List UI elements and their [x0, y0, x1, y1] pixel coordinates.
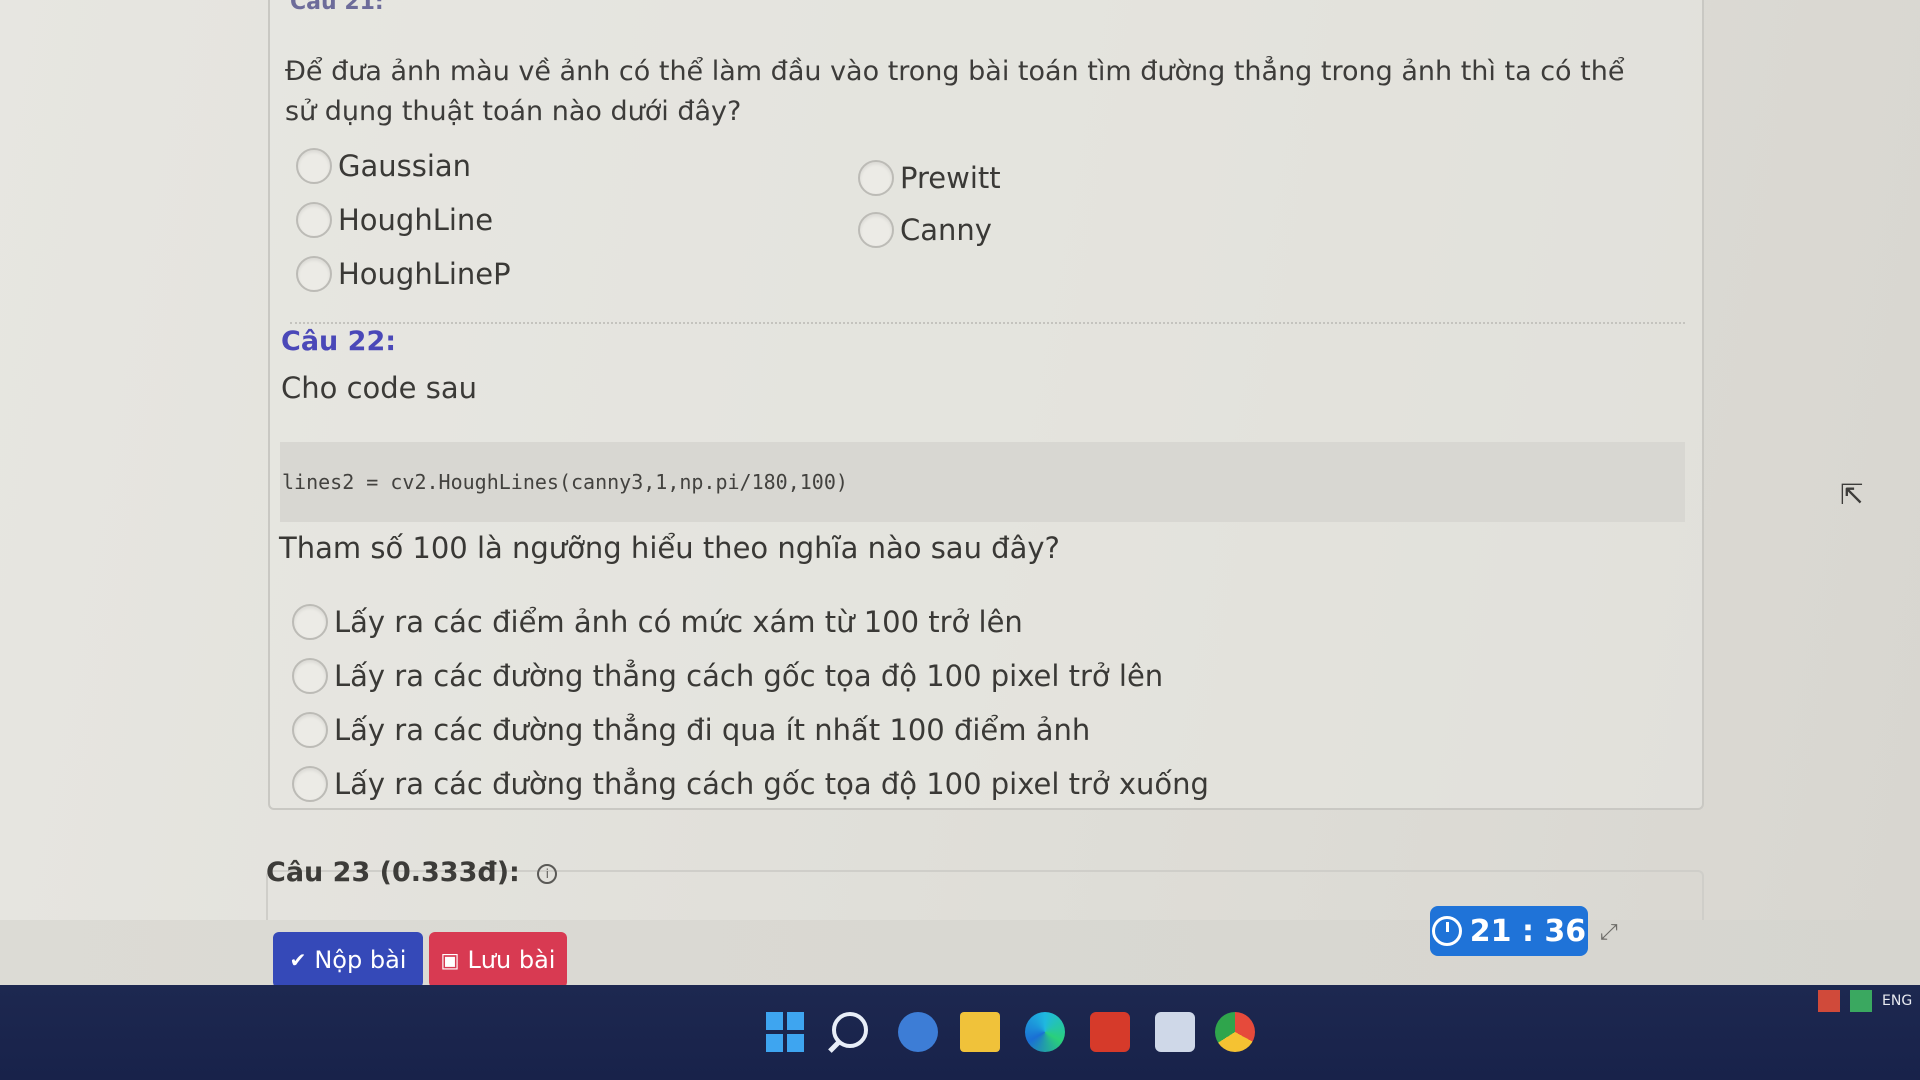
search-icon[interactable] — [832, 1012, 868, 1048]
q21-option-gaussian[interactable]: Gaussian — [296, 148, 471, 184]
language-indicator[interactable]: ENG — [1882, 993, 1912, 1009]
q21-option-houghlinep[interactable]: HoughLineP — [296, 256, 511, 292]
edge-icon[interactable] — [1025, 1012, 1065, 1052]
radio-button[interactable] — [292, 658, 328, 694]
option-label: HoughLine — [338, 203, 494, 237]
radio-button[interactable] — [296, 148, 332, 184]
clock-icon — [1431, 916, 1462, 946]
system-tray: ENG — [1818, 990, 1912, 1012]
code-block: lines2 = cv2.HoughLines(canny3,1,np.pi/1… — [280, 442, 1685, 522]
q21-option-canny[interactable]: Canny — [858, 212, 992, 248]
windows-start-icon[interactable] — [766, 1012, 804, 1052]
option-label: Lấy ra các đường thẳng cách gốc tọa độ 1… — [334, 659, 1164, 693]
question-23-label: Câu 23 (0.333đ): — [266, 857, 520, 888]
chrome-icon[interactable] — [1215, 1012, 1255, 1052]
check-circle-icon: ✔ — [289, 948, 307, 972]
submit-button[interactable]: ✔ Nộp bài — [273, 932, 423, 988]
option-label: Prewitt — [900, 161, 1001, 195]
radio-button[interactable] — [292, 604, 328, 640]
q21-option-prewitt[interactable]: Prewitt — [858, 160, 1001, 196]
q22-option-a[interactable]: Lấy ra các điểm ảnh có mức xám từ 100 tr… — [292, 604, 1023, 640]
question-22-intro: Cho code sau — [281, 371, 478, 405]
question-21-text: Để đưa ảnh màu về ảnh có thể làm đầu vào… — [285, 56, 1625, 127]
save-icon: ▣ — [440, 948, 460, 972]
radio-button[interactable] — [292, 712, 328, 748]
option-label: Lấy ra các điểm ảnh có mức xám từ 100 tr… — [334, 605, 1023, 639]
option-label: Lấy ra các đường thẳng cách gốc tọa độ 1… — [334, 767, 1209, 801]
submit-label: Nộp bài — [314, 946, 407, 974]
q22-option-d[interactable]: Lấy ra các đường thẳng cách gốc tọa độ 1… — [292, 766, 1209, 802]
file-explorer-icon[interactable] — [960, 1012, 1000, 1052]
radio-button[interactable] — [858, 160, 894, 196]
mouse-cursor-icon: ⇱ — [1840, 478, 1864, 511]
info-icon[interactable]: i — [537, 863, 558, 884]
save-button[interactable]: ▣ Lưu bài — [429, 932, 567, 988]
question-23-title: Câu 23 (0.333đ): i — [266, 857, 558, 888]
code-line: lines2 = cv2.HoughLines(canny3,1,np.pi/1… — [282, 470, 848, 494]
q21-option-houghline[interactable]: HoughLine — [296, 202, 493, 238]
question-22-text: Tham số 100 là ngưỡng hiểu theo nghĩa nà… — [279, 531, 1060, 565]
option-label: Gaussian — [338, 149, 472, 183]
countdown-timer: 21 : 36 — [1430, 906, 1588, 956]
question-21-title: Câu 21: — [290, 0, 384, 15]
zalo-icon[interactable] — [898, 1012, 938, 1052]
q22-option-c[interactable]: Lấy ra các đường thẳng đi qua ít nhất 10… — [292, 712, 1090, 748]
radio-button[interactable] — [292, 766, 328, 802]
screen: Câu 21: Để đưa ảnh màu về ảnh có thể làm… — [0, 0, 1920, 1080]
question-divider — [290, 322, 1685, 324]
option-label: Lấy ra các đường thẳng đi qua ít nhất 10… — [334, 713, 1091, 747]
exam-page: Câu 21: Để đưa ảnh màu về ảnh có thể làm… — [0, 0, 1920, 988]
expand-icon[interactable]: ⤢ — [1600, 920, 1618, 945]
timer-value: 21 : 36 — [1469, 913, 1587, 949]
option-label: Canny — [900, 213, 992, 247]
radio-button[interactable] — [296, 202, 332, 238]
calculator-icon[interactable] — [1155, 1012, 1195, 1052]
save-label: Lưu bài — [467, 946, 556, 974]
tray-app-icon[interactable] — [1818, 990, 1840, 1012]
question-22-title: Câu 22: — [281, 326, 397, 357]
option-label: HoughLineP — [338, 257, 511, 291]
office-icon[interactable] — [1090, 1012, 1130, 1052]
radio-button[interactable] — [296, 256, 332, 292]
q22-option-b[interactable]: Lấy ra các đường thẳng cách gốc tọa độ 1… — [292, 658, 1163, 694]
tray-app-icon[interactable] — [1850, 990, 1872, 1012]
radio-button[interactable] — [858, 212, 894, 248]
